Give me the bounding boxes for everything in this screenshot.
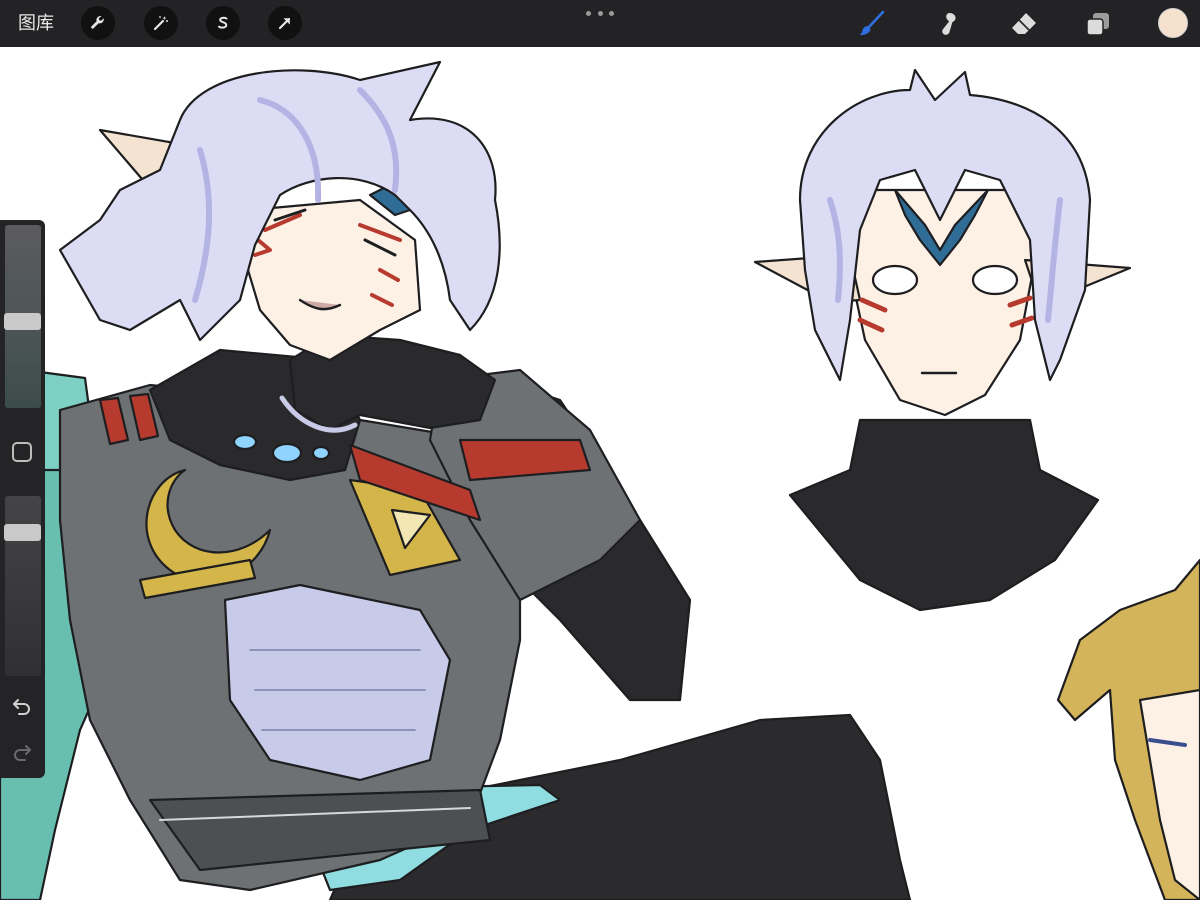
undo-icon xyxy=(13,699,30,715)
wrench-icon xyxy=(91,16,104,29)
redo-button[interactable] xyxy=(10,740,34,764)
selection-button[interactable] xyxy=(206,6,240,40)
dot xyxy=(597,10,603,16)
smudge-icon xyxy=(942,12,956,35)
portrait-eye-right xyxy=(971,264,1019,296)
adjustments-button[interactable] xyxy=(144,6,178,40)
portrait-face xyxy=(848,188,1037,417)
procreate-app: 图库 xyxy=(0,0,1200,900)
gem xyxy=(271,442,303,464)
eraser-icon xyxy=(1012,13,1036,34)
color-swatch[interactable] xyxy=(1158,8,1188,38)
selection-s-icon xyxy=(218,16,228,29)
move-arrow-icon xyxy=(278,17,291,30)
modify-button[interactable] xyxy=(12,442,32,462)
dot xyxy=(586,10,591,16)
portrait-eye-left xyxy=(871,264,919,296)
brush-size-thumb[interactable] xyxy=(4,312,41,330)
magic-wand-icon xyxy=(153,16,168,31)
eraser-tool[interactable] xyxy=(1008,8,1040,40)
opacity-thumb[interactable] xyxy=(4,523,41,541)
portrait-collar xyxy=(788,418,1100,612)
top-toolbar: 图库 xyxy=(0,0,1200,47)
redo-icon xyxy=(14,745,31,761)
gem xyxy=(232,433,258,451)
artwork xyxy=(0,60,1200,900)
face xyxy=(243,198,422,362)
smudge-tool[interactable] xyxy=(932,8,964,40)
gem xyxy=(311,445,331,461)
layers-icon xyxy=(1086,13,1109,36)
brush-tool[interactable] xyxy=(856,8,888,40)
actions-button[interactable] xyxy=(81,6,115,40)
dot xyxy=(609,10,614,16)
undo-button[interactable] xyxy=(10,694,34,718)
drawing-canvas[interactable] xyxy=(0,47,1200,900)
brush-icon xyxy=(859,10,885,36)
gallery-button[interactable]: 图库 xyxy=(18,11,54,37)
transform-button[interactable] xyxy=(268,6,302,40)
more-options-handle[interactable] xyxy=(586,8,614,18)
left-sidebar xyxy=(0,220,45,778)
layers-tool[interactable] xyxy=(1082,8,1114,40)
